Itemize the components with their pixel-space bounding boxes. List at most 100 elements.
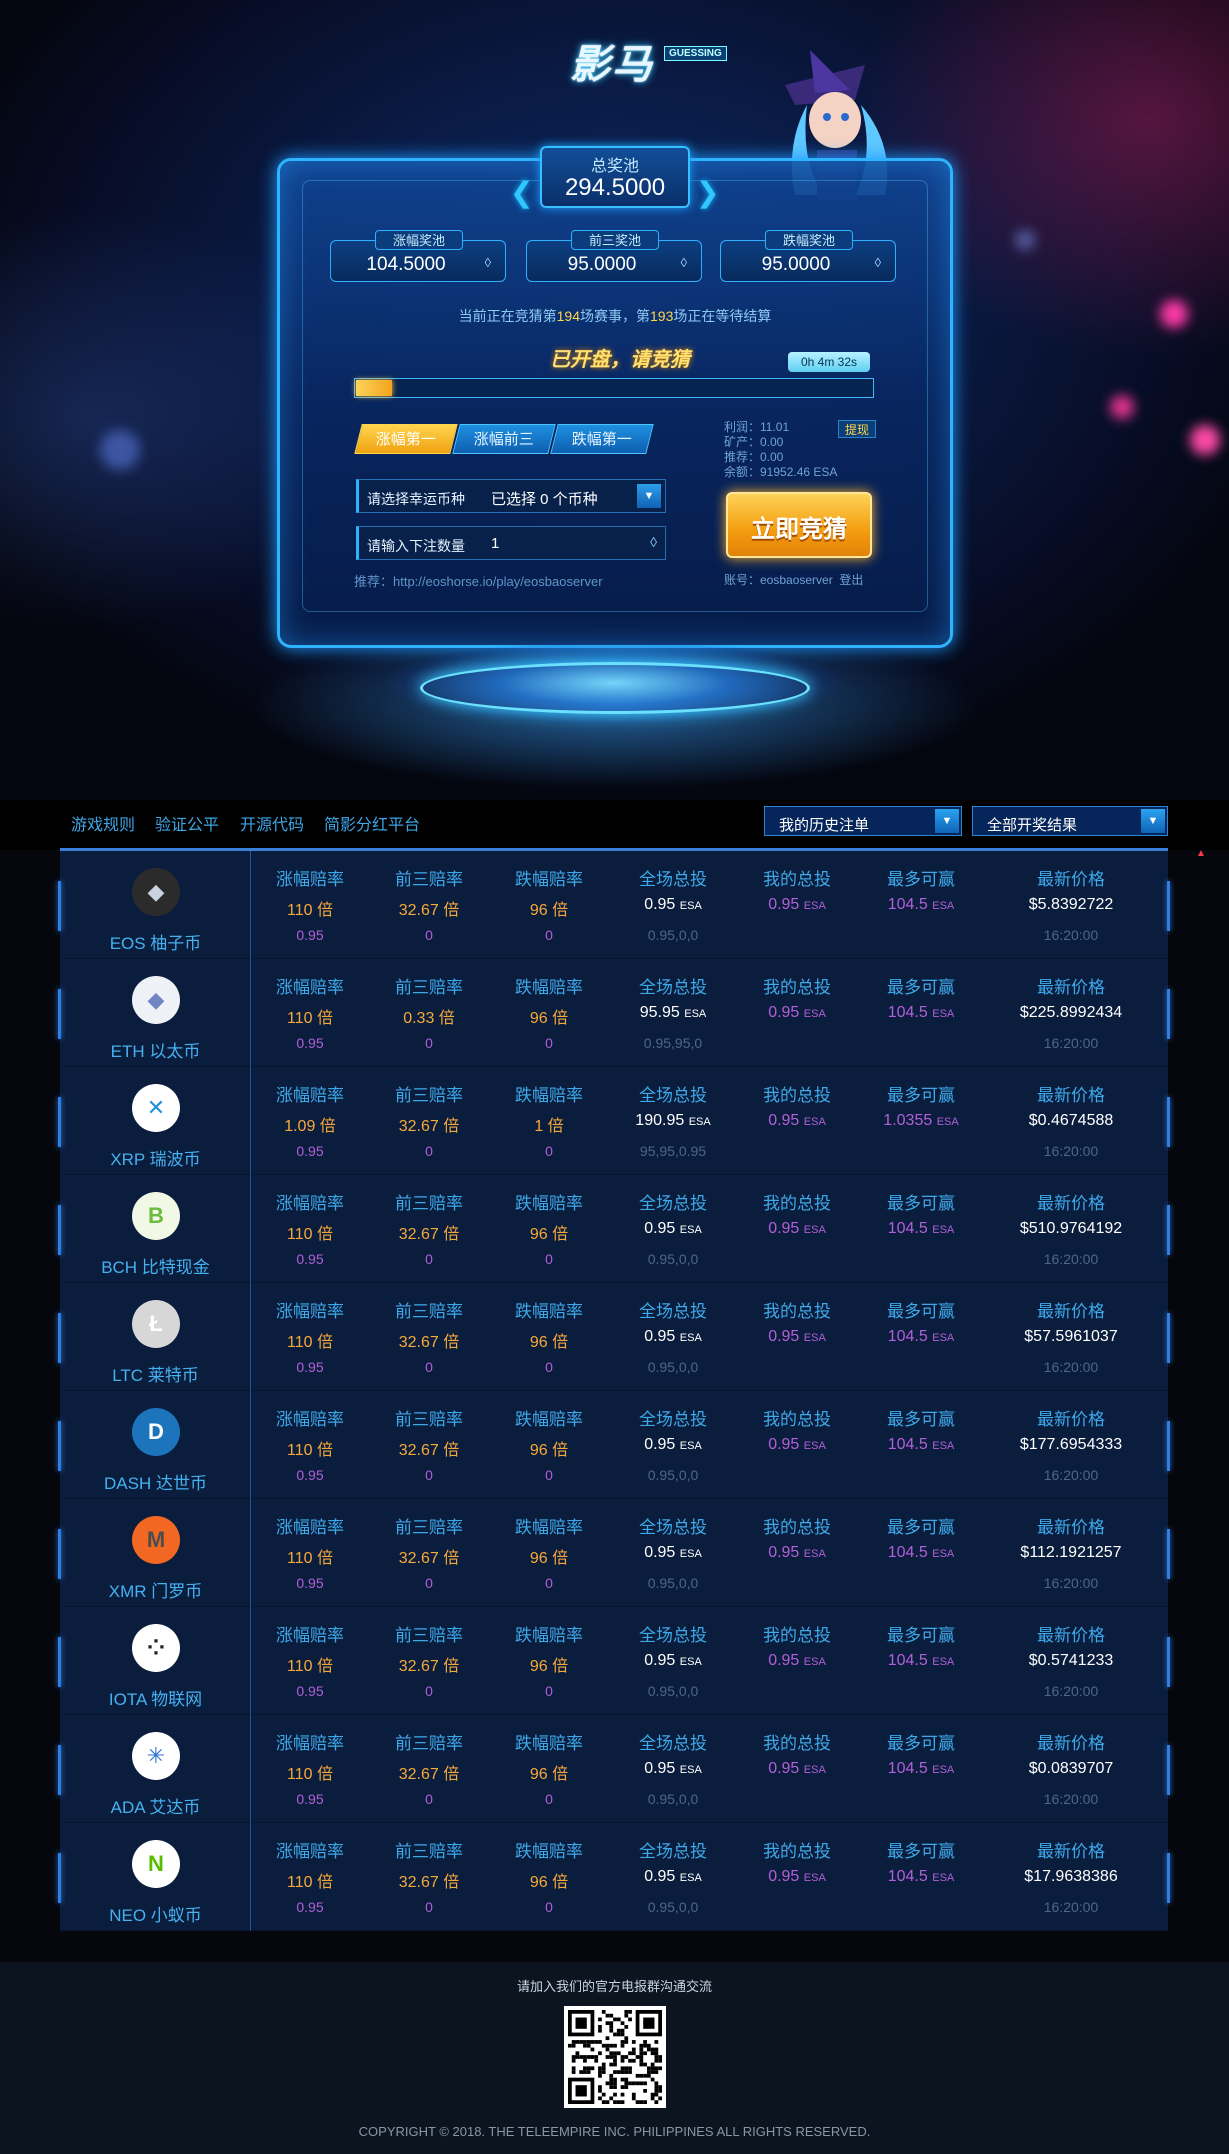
bet-amount-field[interactable]: 请输入下注数量 1 ◊ (356, 526, 666, 560)
total-bet: 0.95 ESA (644, 1652, 702, 1669)
chevron-down-icon[interactable]: ▼ (1141, 809, 1165, 833)
latest-price: $225.8992434 (1019, 1004, 1123, 1021)
row-edge (1167, 1529, 1170, 1579)
coin-cell[interactable]: ✳ ADA 艾达币 (60, 1715, 251, 1823)
my-rise-bet: 0.95 (296, 1467, 324, 1483)
column-header: 前三赔率 (395, 1194, 463, 1213)
coin-cell[interactable]: D DASH 达世币 (60, 1391, 251, 1499)
column-header: 跌幅赔率 (515, 1626, 583, 1645)
chevron-down-icon[interactable]: ▼ (637, 484, 661, 508)
total-bet: 0.95 ESA (644, 1436, 702, 1453)
pool-value: 104.5000 (366, 254, 446, 275)
price-time: 16:20:00 (1043, 1683, 1099, 1699)
balance: 余额：91952.46 ESA (724, 465, 838, 479)
bet-breakdown: 0.95,0,0 (647, 1251, 699, 1267)
column-header: 跌幅赔率 (515, 1194, 583, 1213)
logo-badge: GUESSING (664, 46, 727, 61)
column-header: 最新价格 (1037, 1518, 1105, 1537)
place-bet-button[interactable]: 立即竞猜 (726, 492, 872, 558)
row-edge (1167, 1313, 1170, 1363)
rise-odds: 110 倍 (287, 1658, 333, 1675)
settling-game-number: 193 (650, 308, 674, 324)
all-results-select[interactable]: 全部开奖结果 ▼ (972, 806, 1168, 836)
bet-breakdown: 0.95,0,0 (647, 1899, 699, 1915)
bokeh-light (1015, 230, 1035, 250)
pool-label: 前三奖池 (571, 230, 659, 250)
coin-cell[interactable]: ✕ XRP 瑞波币 (60, 1067, 251, 1175)
table-row: B BCH 比特现金 涨幅赔率 前三赔率 跌幅赔率 全场总投 我的总投 最多可赢 最新价格 … (58, 1175, 1170, 1283)
withdraw-button[interactable]: 提现 (838, 420, 876, 438)
column-header: 最新价格 (1037, 1302, 1105, 1321)
my-top3-bet: 0 (425, 1575, 433, 1591)
max-win: 1.0355 ESA (883, 1112, 959, 1129)
rise-odds: 110 倍 (287, 1874, 333, 1891)
total-bet: 0.95 ESA (644, 1220, 702, 1237)
coin-cell[interactable]: ◆ EOS 柚子币 (60, 851, 251, 959)
column-header: 涨幅赔率 (276, 1086, 344, 1105)
ada-icon: ✳ (132, 1732, 180, 1780)
tab-fall-first[interactable]: 跌幅第一 (550, 424, 654, 454)
tab-rise-top3[interactable]: 涨幅前三 (452, 424, 556, 454)
my-rise-bet: 0.95 (296, 1575, 324, 1591)
latest-price: $0.4674588 (1028, 1112, 1114, 1129)
rise-odds: 110 倍 (287, 902, 333, 919)
coin-name: XMR 门罗币 (108, 1582, 203, 1601)
column-header: 前三赔率 (395, 1410, 463, 1429)
column-header: 我的总投 (763, 1410, 831, 1429)
coin-name: DASH 达世币 (104, 1474, 207, 1493)
fall-odds: 96 倍 (529, 1550, 569, 1567)
coin-name: EOS 柚子币 (109, 934, 202, 953)
eth-icon: ◆ (132, 976, 180, 1024)
fall-pool: 跌幅奖池 95.0000 ◊ (720, 230, 896, 282)
scroll-top-icon[interactable]: ▲ (1196, 848, 1206, 859)
logo[interactable]: 影马 (570, 32, 654, 90)
column-header: 最新价格 (1037, 978, 1105, 997)
tab-rise-first[interactable]: 涨幅第一 (354, 424, 458, 454)
coin-cell[interactable]: N NEO 小蚁币 (60, 1823, 251, 1931)
chevron-down-icon[interactable]: ▼ (935, 809, 959, 833)
status-text: 场赛事，第 (580, 308, 650, 324)
my-rise-bet: 0.95 (296, 1899, 324, 1915)
logout-link[interactable]: 登出 (839, 573, 863, 587)
table-row: Ł LTC 莱特币 涨幅赔率 前三赔率 跌幅赔率 全场总投 我的总投 最多可赢 最新价格 1… (58, 1283, 1170, 1391)
my-fall-bet: 0 (545, 1575, 553, 1591)
table-row: M XMR 门罗币 涨幅赔率 前三赔率 跌幅赔率 全场总投 我的总投 最多可赢 最新价格 1… (58, 1499, 1170, 1607)
max-win: 104.5 ESA (887, 1760, 955, 1777)
column-header: 最新价格 (1037, 1086, 1105, 1105)
account-stats: 利润：11.01 矿产：0.00 推荐：0.00 余额：91952.46 ESA (724, 420, 837, 480)
nav-fairness[interactable]: 验证公平 (155, 811, 219, 835)
my-top3-bet: 0 (425, 1467, 433, 1483)
max-win: 104.5 ESA (887, 1652, 955, 1669)
fall-odds: 96 倍 (529, 902, 569, 919)
top3-odds: 0.33 倍 (403, 1010, 455, 1027)
top3-odds: 32.67 倍 (398, 1766, 460, 1783)
coin-select[interactable]: 请选择幸运币种 已选择 0 个币种 ▼ (356, 479, 666, 513)
referral-link[interactable]: 推荐：http://eoshorse.io/play/eosbaoserver (354, 571, 603, 590)
column-header: 最新价格 (1037, 1410, 1105, 1429)
coin-cell[interactable]: Ł LTC 莱特币 (60, 1283, 251, 1391)
nav-source[interactable]: 开源代码 (240, 811, 304, 835)
price-time: 16:20:00 (1043, 927, 1099, 943)
my-bet: 0.95 ESA (768, 1220, 826, 1237)
coin-cell[interactable]: M XMR 门罗币 (60, 1499, 251, 1607)
column-header: 最多可赢 (887, 1734, 955, 1753)
column-header: 最多可赢 (887, 1410, 955, 1429)
nav-rules[interactable]: 游戏规则 (71, 811, 135, 835)
column-header: 最多可赢 (887, 1194, 955, 1213)
column-header: 全场总投 (639, 1842, 707, 1861)
my-top3-bet: 0 (425, 1035, 433, 1051)
coin-cell[interactable]: ◆ ETH 以太币 (60, 959, 251, 1067)
bet-amount-value[interactable]: 1 (491, 535, 499, 552)
column-header: 我的总投 (763, 1842, 831, 1861)
rise-odds: 1.09 倍 (284, 1118, 336, 1135)
recommend: 推荐：0.00 (724, 450, 784, 464)
bokeh-light (100, 430, 140, 470)
column-header: 最新价格 (1037, 870, 1105, 889)
account-line: 账号：eosbaoserver 登出 (724, 571, 863, 588)
pool-label: 跌幅奖池 (765, 230, 853, 250)
my-history-select[interactable]: 我的历史注单 ▼ (764, 806, 962, 836)
coin-cell[interactable]: B BCH 比特现金 (60, 1175, 251, 1283)
telegram-join-text: 请加入我们的官方电报群沟通交流 (516, 1979, 712, 1994)
coin-cell[interactable]: ⁘ IOTA 物联网 (60, 1607, 251, 1715)
nav-dividend[interactable]: 简影分红平台 (324, 811, 420, 835)
